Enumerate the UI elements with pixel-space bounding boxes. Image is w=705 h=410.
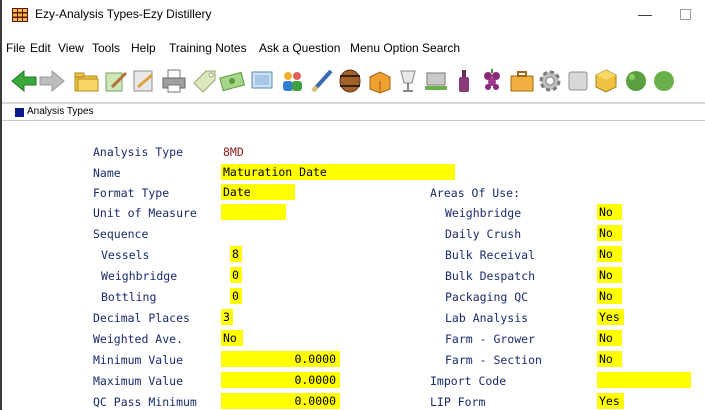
menu-training-notes[interactable]: Training Notes xyxy=(169,41,247,55)
bottling-label: Bottling xyxy=(101,290,157,304)
menu-bar: File Edit View Tools Help Training Notes… xyxy=(2,37,705,57)
areas-of-use-label: Areas Of Use: xyxy=(430,186,521,200)
menu-option-search[interactable]: Menu Option Search xyxy=(350,41,460,55)
decimal-places-field[interactable]: 3 xyxy=(221,309,233,325)
area-bulk-despatch-label: Bulk Despatch xyxy=(445,269,536,283)
people-icon[interactable] xyxy=(278,67,306,95)
menu-file[interactable]: File xyxy=(6,41,25,55)
application-window: Ezy-Analysis Types-Ezy Distillery — File… xyxy=(0,0,705,410)
menu-help[interactable]: Help xyxy=(131,41,156,55)
bottle-icon[interactable] xyxy=(450,67,478,95)
weighted-ave-field[interactable]: No xyxy=(221,330,243,346)
open-folder-icon[interactable] xyxy=(72,67,100,95)
weighted-ave-label: Weighted Ave. xyxy=(93,332,184,346)
import-code-label: Import Code xyxy=(430,374,507,388)
area-farm-section-field[interactable]: No xyxy=(597,351,622,367)
area-bulk-receival-label: Bulk Receival xyxy=(445,248,536,262)
briefcase-icon[interactable] xyxy=(508,67,536,95)
maximum-value-label: Maximum Value xyxy=(93,374,184,388)
notes-icon[interactable] xyxy=(130,67,158,95)
name-field[interactable]: Maturation Date xyxy=(221,164,455,180)
grid-icon[interactable] xyxy=(564,67,592,95)
grapes-icon[interactable] xyxy=(478,67,506,95)
maximum-value-field[interactable]: 0.0000 xyxy=(221,372,340,388)
glass-icon[interactable] xyxy=(394,67,422,95)
pen-icon[interactable] xyxy=(308,67,336,95)
menu-view[interactable]: View xyxy=(58,41,84,55)
area-daily-crush-field[interactable]: No xyxy=(597,225,622,241)
pallet-icon[interactable] xyxy=(422,67,450,95)
area-farm-grower-field[interactable]: No xyxy=(597,330,622,346)
minimum-value-field[interactable]: 0.0000 xyxy=(221,351,340,367)
maximize-button[interactable] xyxy=(674,4,696,24)
area-bulk-despatch-field[interactable]: No xyxy=(597,267,622,283)
money-icon[interactable] xyxy=(218,67,246,95)
weighbridge-sequence-field[interactable]: 0 xyxy=(230,267,242,283)
unit-of-measure-label: Unit of Measure xyxy=(93,206,197,220)
barrel-icon[interactable] xyxy=(336,67,364,95)
area-packaging-qc-label: Packaging QC xyxy=(445,290,529,304)
area-bulk-receival-field[interactable]: No xyxy=(597,246,622,262)
area-farm-section-label: Farm - Section xyxy=(445,353,542,367)
lip-form-field[interactable]: Yes xyxy=(597,393,624,409)
subwindow-title: Analysis Types xyxy=(27,106,94,117)
menu-tools[interactable]: Tools xyxy=(92,41,120,55)
printer-icon[interactable] xyxy=(160,67,188,95)
screen-icon[interactable] xyxy=(248,67,276,95)
name-label: Name xyxy=(93,166,121,180)
back-icon[interactable] xyxy=(10,67,38,95)
bottling-field[interactable]: 0 xyxy=(230,288,242,304)
cube-icon[interactable] xyxy=(592,67,620,95)
decimal-places-label: Decimal Places xyxy=(93,311,190,325)
import-code-field[interactable] xyxy=(597,372,691,388)
minimize-button[interactable]: — xyxy=(634,4,656,24)
edit-icon[interactable] xyxy=(102,67,130,95)
qc-pass-minimum-label: QC Pass Minimum xyxy=(93,395,197,409)
format-type-label: Format Type xyxy=(93,186,170,200)
area-weighbridge-label: Weighbridge xyxy=(445,206,522,220)
format-type-field[interactable]: Date xyxy=(221,184,295,200)
vessels-field[interactable]: 8 xyxy=(230,246,242,262)
analysis-type-form: Analysis Type 8MD Name Maturation Date F… xyxy=(2,121,705,410)
area-farm-grower-label: Farm - Grower xyxy=(445,332,536,346)
unit-of-measure-field[interactable] xyxy=(221,204,286,220)
area-packaging-qc-field[interactable]: No xyxy=(597,288,622,304)
subwindow-icon xyxy=(15,108,24,117)
area-daily-crush-label: Daily Crush xyxy=(445,227,522,241)
toolbar xyxy=(2,58,705,102)
analysis-type-label: Analysis Type xyxy=(93,145,184,159)
leaf-icon[interactable] xyxy=(622,67,650,95)
forward-icon[interactable] xyxy=(38,67,66,95)
minimum-value-label: Minimum Value xyxy=(93,353,184,367)
dollar-icon[interactable] xyxy=(650,67,678,95)
analysis-type-value[interactable]: 8MD xyxy=(223,145,244,159)
tag-icon[interactable] xyxy=(190,67,218,95)
menu-edit[interactable]: Edit xyxy=(30,41,51,55)
maximize-icon xyxy=(679,9,691,20)
area-weighbridge-field[interactable]: No xyxy=(597,204,622,220)
vessels-label: Vessels xyxy=(101,248,150,262)
lip-form-label: LIP Form xyxy=(430,395,486,409)
menu-ask-a-question[interactable]: Ask a Question xyxy=(259,41,340,55)
gear-icon[interactable] xyxy=(536,67,564,95)
qc-pass-minimum-field[interactable]: 0.0000 xyxy=(221,393,340,409)
area-lab-analysis-field[interactable]: Yes xyxy=(597,309,624,325)
box-icon[interactable] xyxy=(366,67,394,95)
subwindow-header: Analysis Types xyxy=(2,104,705,121)
sequence-label: Sequence xyxy=(93,227,149,241)
weighbridge-sequence-label: Weighbridge xyxy=(101,269,178,283)
app-grid-icon xyxy=(12,8,28,22)
window-title: Ezy-Analysis Types-Ezy Distillery xyxy=(35,7,212,21)
area-lab-analysis-label: Lab Analysis xyxy=(445,311,529,325)
title-bar: Ezy-Analysis Types-Ezy Distillery — xyxy=(2,0,705,30)
